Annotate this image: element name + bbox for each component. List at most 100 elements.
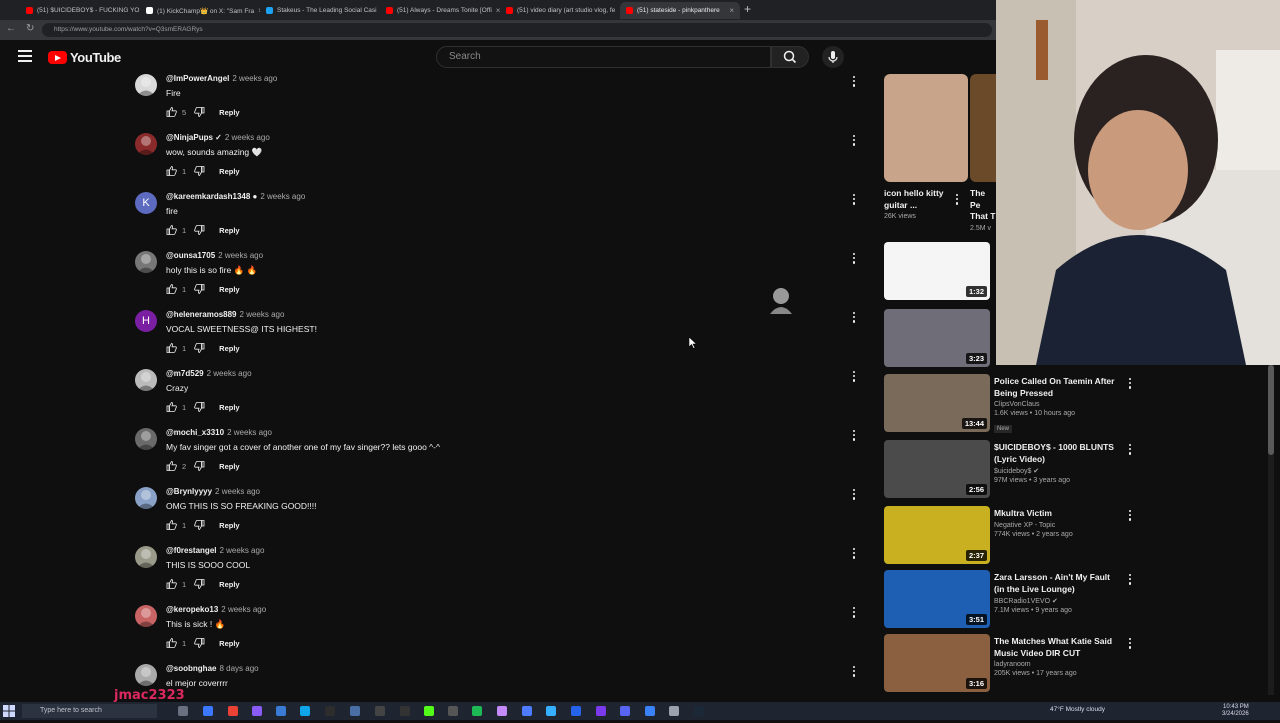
commenter-avatar[interactable]	[135, 605, 157, 627]
video-title[interactable]: Zara Larsson - Ain't My Fault (in the Li…	[994, 572, 1119, 595]
video-more-icon[interactable]	[1128, 444, 1132, 456]
comment-time[interactable]: 2 weeks ago	[225, 133, 270, 142]
comment-author[interactable]: @mochi_x3310	[166, 428, 224, 437]
commenter-avatar[interactable]	[135, 251, 157, 273]
windows-start-icon[interactable]	[3, 705, 15, 717]
short-thumbnail[interactable]	[884, 74, 968, 182]
comment-author[interactable]: @keropeko13	[166, 605, 218, 614]
like-icon[interactable]	[166, 520, 177, 530]
reload-icon[interactable]: ↻	[26, 23, 34, 34]
commenter-avatar[interactable]: H	[135, 310, 157, 332]
like-icon[interactable]	[166, 579, 177, 589]
comment-more-icon[interactable]	[852, 371, 856, 383]
video-channel[interactable]: BBCRadio1VEVO ✔	[994, 597, 1119, 605]
comment-more-icon[interactable]	[852, 194, 856, 206]
browser-tab[interactable]: (51) video diary (art studio vlog, fe×	[500, 2, 620, 19]
short-more-icon[interactable]	[955, 194, 959, 206]
commenter-avatar[interactable]	[135, 369, 157, 391]
app-icon[interactable]	[400, 706, 410, 716]
edge-icon[interactable]	[300, 706, 310, 716]
reply-button[interactable]: Reply	[219, 108, 239, 117]
video-thumbnail[interactable]: 3:23	[884, 309, 990, 367]
comment-time[interactable]: 2 weeks ago	[219, 546, 264, 555]
recommended-video[interactable]: 3:51 Zara Larsson - Ain't My Fault (in th…	[882, 570, 1142, 630]
browser-tab[interactable]: (51) Always - Dreams Tonite [Offi ×	[380, 2, 500, 19]
recommended-video[interactable]: 2:37 Mkultra Victim Negative XP - Topic 774…	[882, 506, 1142, 566]
taskbar-clock[interactable]: 10:43 PM 3/24/2026	[1222, 704, 1249, 718]
reply-button[interactable]: Reply	[219, 226, 239, 235]
comment-more-icon[interactable]	[852, 76, 856, 88]
browser-tab[interactable]: (1) KickChamp👑 on X: "Sam Fra×	[140, 2, 260, 19]
obs-icon[interactable]	[375, 706, 385, 716]
commenter-avatar[interactable]	[135, 664, 157, 686]
dislike-icon[interactable]	[194, 638, 205, 648]
video-channel[interactable]: Negative XP - Topic	[994, 522, 1119, 529]
comment-author[interactable]: @ImPowerAngel	[166, 74, 229, 83]
like-icon[interactable]	[166, 402, 177, 412]
dislike-icon[interactable]	[194, 461, 205, 471]
comment-more-icon[interactable]	[852, 666, 856, 678]
task-view-icon[interactable]	[178, 706, 188, 716]
shorts-item[interactable]: The Pe That T 2.5M v	[970, 74, 996, 234]
recommended-video[interactable]: 2:56 $UICIDEBOY$ - 1000 BLUNTS (Lyric Vid…	[882, 440, 1142, 500]
taskbar-search-input[interactable]: Type here to search	[22, 704, 157, 718]
dislike-icon[interactable]	[194, 225, 205, 235]
tab-close-icon[interactable]: ×	[729, 6, 734, 15]
recommended-video[interactable]: 3:16 The Matches What Katie Said Music Vi…	[882, 634, 1142, 694]
comment-more-icon[interactable]	[852, 135, 856, 147]
app-icon[interactable]	[571, 706, 581, 716]
url-field[interactable]: https://www.youtube.com/watch?v=Q3smERAG…	[42, 23, 992, 37]
video-thumbnail[interactable]: 2:37	[884, 506, 990, 564]
commenter-avatar[interactable]: K	[135, 192, 157, 214]
comment-time[interactable]: 2 weeks ago	[260, 192, 305, 201]
dislike-icon[interactable]	[194, 402, 205, 412]
commenter-avatar[interactable]	[135, 74, 157, 96]
comment-more-icon[interactable]	[852, 607, 856, 619]
reply-button[interactable]: Reply	[219, 285, 239, 294]
short-thumbnail[interactable]	[970, 74, 996, 182]
comment-author[interactable]: @m7d529	[166, 369, 204, 378]
app-icon[interactable]	[276, 706, 286, 716]
comment-author[interactable]: @f0restangel	[166, 546, 216, 555]
app-icon[interactable]	[203, 706, 213, 716]
comment-more-icon[interactable]	[852, 489, 856, 501]
video-title[interactable]: Police Called On Taemin After Being Pres…	[994, 376, 1119, 399]
weather-widget[interactable]: 47°F Mostly cloudy	[1050, 706, 1105, 713]
discord-icon[interactable]	[620, 706, 630, 716]
comment-more-icon[interactable]	[852, 253, 856, 265]
commenter-avatar[interactable]	[135, 428, 157, 450]
comment-time[interactable]: 2 weeks ago	[240, 310, 285, 319]
video-more-icon[interactable]	[1128, 510, 1132, 522]
like-icon[interactable]	[166, 107, 177, 117]
like-icon[interactable]	[166, 461, 177, 471]
short-title[interactable]: icon hello kitty guitar ...	[884, 188, 954, 211]
app-icon[interactable]	[497, 706, 507, 716]
comment-time[interactable]: 2 weeks ago	[207, 369, 252, 378]
comment-author[interactable]: @kareemkardash1348 ●	[166, 192, 257, 201]
comment-author[interactable]: @ounsa1705	[166, 251, 215, 260]
chrome-icon[interactable]	[228, 706, 238, 716]
like-icon[interactable]	[166, 284, 177, 294]
shorts-item[interactable]: icon hello kitty guitar ... 26K views	[884, 74, 968, 234]
reply-button[interactable]: Reply	[219, 462, 239, 471]
video-thumbnail[interactable]: 3:51	[884, 570, 990, 628]
comment-author[interactable]: @soobnghae	[166, 664, 216, 673]
scrollbar[interactable]	[1268, 365, 1274, 695]
comment-author[interactable]: @heleneramos889	[166, 310, 237, 319]
app-icon[interactable]	[546, 706, 556, 716]
app-icon[interactable]	[325, 706, 335, 716]
comment-more-icon[interactable]	[852, 548, 856, 560]
video-channel[interactable]: ClipsVonClaus	[994, 401, 1119, 408]
reply-button[interactable]: Reply	[219, 403, 239, 412]
reply-button[interactable]: Reply	[219, 344, 239, 353]
comment-time[interactable]: 2 weeks ago	[232, 74, 277, 83]
dislike-icon[interactable]	[194, 284, 205, 294]
app-icon[interactable]	[252, 706, 262, 716]
commenter-avatar[interactable]	[135, 487, 157, 509]
video-title[interactable]: Mkultra Victim	[994, 508, 1119, 520]
like-icon[interactable]	[166, 638, 177, 648]
steam-icon[interactable]	[694, 706, 704, 716]
app-icon[interactable]	[350, 706, 360, 716]
like-icon[interactable]	[166, 166, 177, 176]
commenter-avatar[interactable]	[135, 546, 157, 568]
